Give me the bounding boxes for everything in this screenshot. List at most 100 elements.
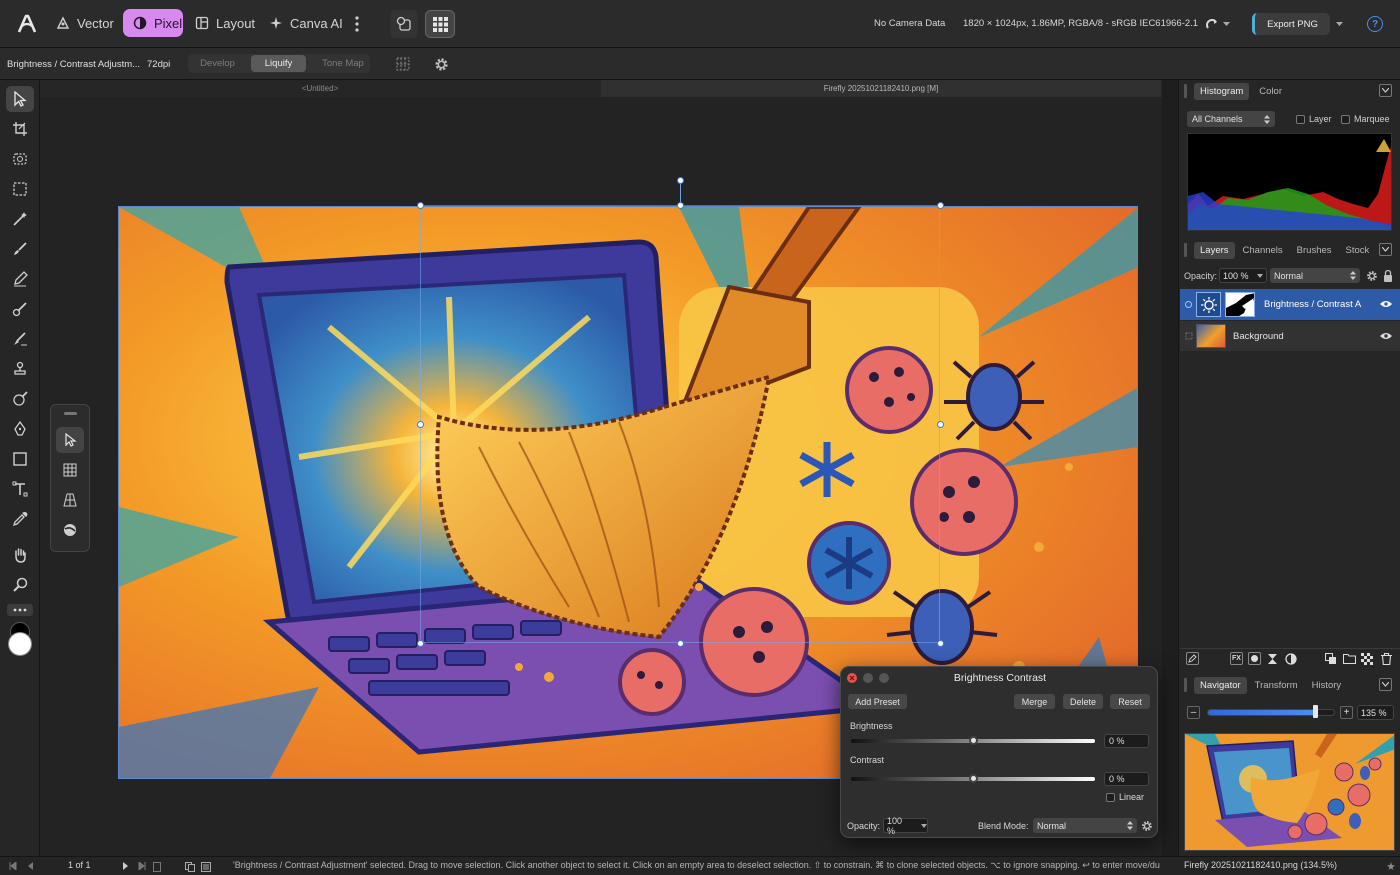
- help-button[interactable]: ?: [1367, 16, 1383, 32]
- flood-fill-tool[interactable]: [6, 206, 34, 232]
- add-preset-button[interactable]: Add Preset: [848, 694, 907, 709]
- contrast-value-field[interactable]: 0 %: [1104, 772, 1149, 786]
- clone-brush-tool[interactable]: [6, 356, 34, 382]
- dodge-burn-tool[interactable]: [6, 326, 34, 352]
- delete-button[interactable]: Delete: [1063, 694, 1103, 709]
- dialog-settings-gear-icon[interactable]: [1140, 819, 1153, 832]
- tab-brushes[interactable]: Brushes: [1291, 242, 1338, 259]
- studio-button[interactable]: [425, 10, 455, 38]
- zoom-tool[interactable]: [6, 572, 34, 598]
- firefly-document-tab[interactable]: Firefly 20251021182410.png [M]: [601, 80, 1161, 97]
- contrast-slider-knob[interactable]: [969, 774, 978, 783]
- layer-row-background[interactable]: Background: [1180, 321, 1400, 351]
- hand-tool[interactable]: [6, 542, 34, 568]
- liquify-mode-button[interactable]: Liquify: [251, 55, 306, 72]
- layer-visibility-dot[interactable]: [1185, 301, 1192, 308]
- fx-button[interactable]: FX: [1230, 652, 1243, 665]
- layer-expand-icon[interactable]: [1184, 331, 1193, 340]
- tab-layers[interactable]: Layers: [1194, 241, 1235, 259]
- erase-brush-tool[interactable]: [6, 296, 34, 322]
- tab-channels[interactable]: Channels: [1237, 242, 1289, 259]
- layer-opacity-field[interactable]: 100 %: [1219, 268, 1267, 283]
- resize-handle-tr[interactable]: [937, 202, 944, 209]
- folder-icon[interactable]: [1342, 652, 1356, 665]
- layer-checkbox[interactable]: [1296, 115, 1305, 124]
- marquee-tool[interactable]: [6, 176, 34, 202]
- eye-icon[interactable]: [1380, 299, 1392, 309]
- liquify-brush-tool[interactable]: [56, 517, 84, 543]
- first-page-icon[interactable]: [8, 861, 18, 871]
- dialog-opacity-field[interactable]: 100 %: [883, 816, 928, 836]
- pages-icon[interactable]: [184, 861, 195, 872]
- tab-history[interactable]: History: [1306, 677, 1348, 694]
- linear-checkbox[interactable]: [1106, 793, 1115, 802]
- last-page-icon[interactable]: [137, 861, 147, 871]
- brightness-value-field[interactable]: 0 %: [1104, 734, 1149, 748]
- mesh-warp-tool[interactable]: [56, 457, 84, 483]
- pin-icon[interactable]: [1386, 861, 1396, 871]
- resize-handle-bc[interactable]: [677, 640, 684, 647]
- trash-icon[interactable]: [1380, 652, 1393, 665]
- zoom-slider-knob[interactable]: [1312, 705, 1318, 718]
- panel-grip[interactable]: [1184, 243, 1187, 257]
- spreads-icon[interactable]: [200, 861, 211, 872]
- layer-row-selected[interactable]: Brightness / Contrast A: [1180, 289, 1400, 320]
- marquee-checkbox[interactable]: [1341, 115, 1350, 124]
- hourglass-icon[interactable]: [1266, 652, 1279, 665]
- tone-map-mode-button[interactable]: Tone Map: [312, 55, 374, 72]
- add-page-icon[interactable]: [152, 861, 162, 872]
- grid-overlay-icon[interactable]: [394, 55, 412, 73]
- perspective-tool[interactable]: [56, 487, 84, 513]
- more-tools-button[interactable]: [7, 604, 33, 616]
- lock-icon[interactable]: [1382, 269, 1394, 282]
- rotation-handle[interactable]: [677, 177, 684, 184]
- layout-persona-button[interactable]: Layout: [185, 9, 265, 37]
- pixel-persona-button[interactable]: Pixel: [123, 9, 183, 37]
- canva-ai-persona-button[interactable]: Canva AI: [259, 9, 353, 37]
- more-vertical-icon[interactable]: [350, 13, 364, 35]
- color-picker-tool[interactable]: [6, 506, 34, 532]
- panel-grip[interactable]: [1184, 84, 1187, 98]
- inpainting-tool[interactable]: [6, 386, 34, 412]
- navigator-preview[interactable]: [1184, 733, 1395, 851]
- zoom-value-field[interactable]: 135 %: [1357, 705, 1394, 720]
- settings-gear-icon[interactable]: [432, 55, 450, 73]
- crop-tool[interactable]: [6, 116, 34, 142]
- tab-color[interactable]: Color: [1253, 83, 1288, 100]
- text-tool[interactable]: [6, 476, 34, 502]
- pen-tool[interactable]: [6, 416, 34, 442]
- export-button[interactable]: Export PNG: [1252, 13, 1330, 35]
- layer-settings-gear-icon[interactable]: [1365, 269, 1378, 282]
- prev-page-icon[interactable]: [25, 861, 35, 871]
- adjustment-icon[interactable]: [1284, 652, 1297, 665]
- pencil-tool[interactable]: [6, 266, 34, 292]
- edit-layer-icon[interactable]: [1186, 652, 1199, 665]
- tab-transform[interactable]: Transform: [1249, 677, 1304, 694]
- move-tool[interactable]: [6, 86, 34, 112]
- resize-handle-ml[interactable]: [417, 421, 424, 428]
- vector-persona-button[interactable]: Vector: [46, 9, 124, 37]
- layer-mask-thumbnail[interactable]: [1225, 292, 1255, 317]
- tab-stock[interactable]: Stock: [1340, 242, 1376, 259]
- pixel-layer-icon[interactable]: [1360, 652, 1373, 665]
- next-page-icon[interactable]: [120, 861, 130, 871]
- panel-grip[interactable]: [1184, 678, 1187, 692]
- resize-handle-bl[interactable]: [417, 640, 424, 647]
- mask-layer-icon[interactable]: [1248, 652, 1261, 665]
- untitled-document-tab[interactable]: <Untitled>: [40, 80, 600, 97]
- resize-handle-mr[interactable]: [937, 421, 944, 428]
- group-layers-icon[interactable]: [1324, 652, 1337, 665]
- tab-navigator[interactable]: Navigator: [1194, 676, 1247, 694]
- resize-handle-br[interactable]: [937, 640, 944, 647]
- rectangle-tool[interactable]: [6, 446, 34, 472]
- panel-collapse-chevron-icon[interactable]: [1379, 243, 1392, 256]
- panel-collapse-chevron-icon[interactable]: [1379, 84, 1392, 97]
- zoom-out-button[interactable]: –: [1187, 706, 1200, 719]
- snapping-button[interactable]: [1200, 14, 1234, 34]
- channel-select[interactable]: All Channels: [1187, 111, 1275, 127]
- primary-color-swatch[interactable]: [8, 632, 32, 656]
- zoom-in-button[interactable]: +: [1340, 706, 1353, 719]
- blend-mode-select[interactable]: Normal: [1033, 818, 1137, 833]
- toolbar-grip[interactable]: [64, 412, 77, 415]
- eye-icon[interactable]: [1380, 331, 1392, 341]
